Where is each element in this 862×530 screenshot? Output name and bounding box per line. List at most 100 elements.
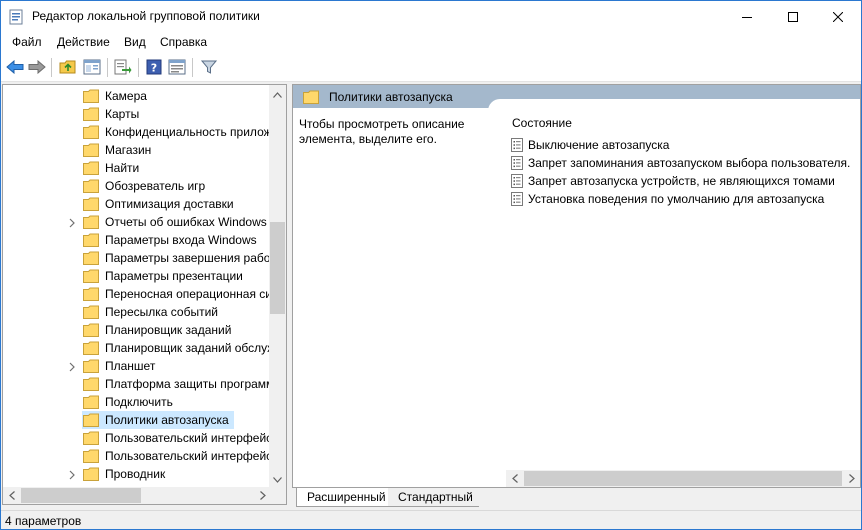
filter-button[interactable] [198, 57, 220, 79]
toolbar: ? [1, 53, 861, 82]
tree-item-label: Оптимизация доставки [105, 197, 234, 211]
folder-icon [83, 341, 99, 355]
menu-file[interactable]: Файл [12, 35, 42, 49]
chevron-right-icon [848, 472, 855, 486]
window-title: Редактор локальной групповой политики [32, 9, 260, 23]
column-header-state[interactable]: Состояние [512, 116, 572, 130]
details-header-title: Политики автозапуска [329, 90, 453, 104]
up-one-level-button[interactable] [57, 57, 79, 79]
tree-item-label: Параметры завершения работ [105, 251, 276, 265]
scroll-down-button[interactable] [269, 470, 286, 487]
close-button[interactable] [815, 1, 861, 32]
scroll-right-button[interactable] [843, 470, 860, 487]
tree-item[interactable]: Платформа защиты программ [3, 375, 275, 393]
policy-item-label: Запрет автозапуска устройств, не являющи… [528, 174, 835, 188]
help-button[interactable]: ? [143, 57, 165, 79]
menu-help[interactable]: Справка [160, 35, 207, 49]
maximize-button[interactable] [770, 1, 816, 32]
folder-icon [83, 197, 99, 211]
scroll-thumb[interactable] [270, 222, 285, 314]
details-pane: Политики автозапуска Чтобы просмотреть о… [292, 84, 861, 488]
export-list-button[interactable] [112, 57, 134, 79]
export-list-icon [114, 59, 132, 78]
chevron-down-icon [273, 472, 282, 486]
properties-button[interactable] [166, 57, 188, 79]
tree-item-label: Подключить [105, 395, 173, 409]
folder-icon [303, 90, 319, 104]
scroll-left-button[interactable] [3, 487, 20, 504]
folder-icon [83, 89, 99, 103]
gpedit-window: Редактор локальной групповой политики Фа… [0, 0, 862, 530]
tree-item-label: Пользовательский интерфейс [105, 431, 273, 445]
folder-icon [83, 395, 99, 409]
tree-item-label: Параметры входа Windows [105, 233, 257, 247]
tree-item-label: Параметры презентации [105, 269, 243, 283]
folder-icon [83, 233, 99, 247]
chevron-right-icon[interactable] [67, 361, 77, 372]
tree-item[interactable]: Параметры завершения работ [3, 249, 276, 267]
policy-setting-icon [511, 156, 523, 170]
tree-item[interactable]: Параметры презентации [3, 267, 273, 285]
show-hide-tree-icon [83, 59, 101, 78]
folder-icon [83, 269, 99, 283]
tree-item[interactable]: Магазин [3, 141, 273, 159]
minimize-button[interactable] [724, 1, 770, 32]
folder-icon [83, 467, 99, 481]
tab-extended[interactable]: Расширенный [296, 488, 393, 507]
tree-item[interactable]: Политики автозапуска [3, 411, 273, 429]
folder-icon [83, 125, 99, 139]
policy-setting-icon [511, 138, 523, 152]
console-tree[interactable]: Камера Карты Конфиденциальность прилож Мага… [2, 84, 287, 505]
tree-item[interactable]: Отчеты об ошибках Windows [3, 213, 273, 231]
tree-item-label: Планировщик заданий обслуж [105, 341, 276, 355]
tree-item[interactable]: Карты [3, 105, 273, 123]
details-horizontal-scrollbar[interactable] [506, 470, 860, 487]
forward-button[interactable] [26, 57, 48, 79]
tree-item[interactable]: Проводник [3, 465, 273, 483]
tree-item-label: Магазин [105, 143, 152, 157]
folder-icon [83, 413, 99, 427]
tree-item[interactable]: Оптимизация доставки [3, 195, 273, 213]
tree-item[interactable]: Пользовательский интерфейс [3, 429, 273, 447]
folder-icon [83, 107, 99, 121]
tree-item[interactable]: Переносная операционная си [3, 285, 273, 303]
tree-item-label: Проводник [105, 467, 166, 481]
tree-item[interactable]: Пересылка событий [3, 303, 273, 321]
tree-vertical-scrollbar[interactable] [269, 85, 286, 487]
tree-item[interactable]: Конфиденциальность прилож [3, 123, 273, 141]
tree-item-label: Платформа защиты программ [105, 377, 275, 391]
tree-item[interactable]: Планировщик заданий обслуж [3, 339, 276, 357]
chevron-right-icon[interactable] [67, 217, 77, 228]
back-button[interactable] [4, 57, 26, 79]
scroll-left-button[interactable] [506, 470, 523, 487]
scroll-thumb[interactable] [524, 471, 842, 486]
tree-item[interactable]: Планшет [3, 357, 273, 375]
show-hide-tree-button[interactable] [81, 57, 103, 79]
menu-view[interactable]: Вид [124, 35, 146, 49]
tree-horizontal-scrollbar[interactable] [3, 487, 271, 504]
close-icon [833, 11, 843, 22]
tree-item[interactable]: Пользовательский интерфейс [3, 447, 273, 465]
title-bar[interactable]: Редактор локальной групповой политики [1, 1, 861, 32]
status-bar: 4 параметров [1, 510, 861, 529]
tree-item[interactable]: Обозреватель игр [3, 177, 273, 195]
menu-action[interactable]: Действие [57, 35, 110, 49]
scroll-up-button[interactable] [269, 85, 286, 102]
tree-item-label: Пользовательский интерфейс [105, 449, 273, 463]
forward-arrow-icon [28, 59, 46, 77]
tree-item[interactable]: Параметры входа Windows [3, 231, 273, 249]
tree-item-label: Планировщик заданий [105, 323, 232, 337]
chevron-right-icon[interactable] [67, 469, 77, 480]
folder-icon [83, 305, 99, 319]
tab-standard[interactable]: Стандартный [388, 488, 479, 507]
tree-item[interactable]: Камера [3, 87, 273, 105]
tree-item[interactable]: Планировщик заданий [3, 321, 273, 339]
scroll-thumb[interactable] [21, 488, 141, 503]
tree-item-label: Отчеты об ошибках Windows [105, 215, 267, 229]
tree-item-label: Обозреватель игр [105, 179, 206, 193]
tree-item[interactable]: Найти [3, 159, 273, 177]
policy-item-label: Выключение автозапуска [528, 138, 670, 152]
tree-item[interactable]: Подключить [3, 393, 273, 411]
menu-bar: Файл Действие Вид Справка [1, 32, 861, 53]
folder-icon [83, 143, 99, 157]
